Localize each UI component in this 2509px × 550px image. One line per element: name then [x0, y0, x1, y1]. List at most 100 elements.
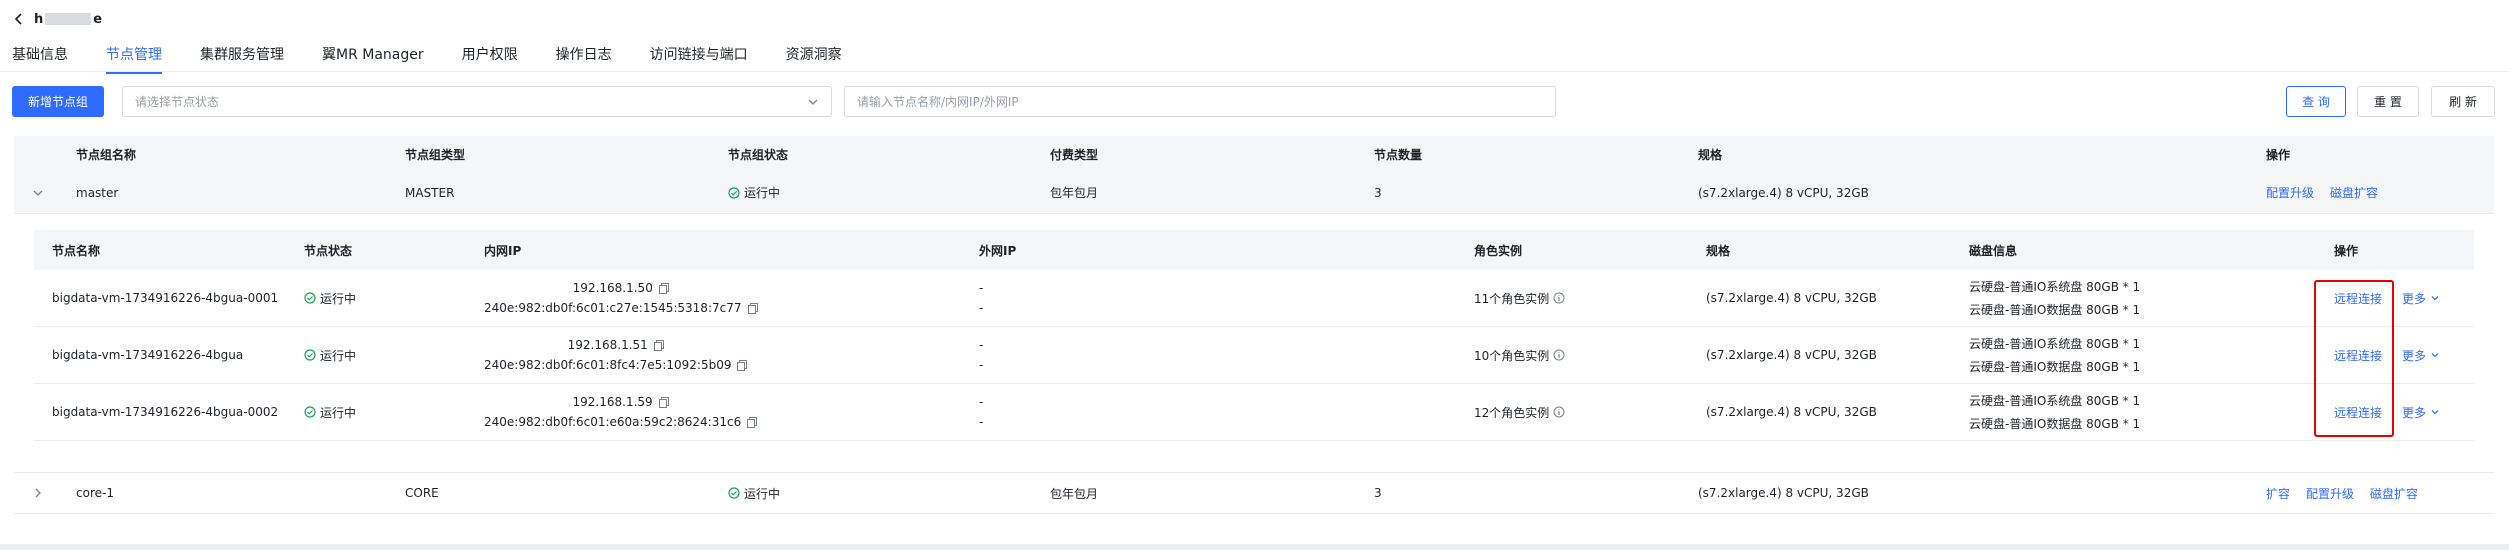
remote-connect-link[interactable]: 远程连接 [2334, 404, 2382, 421]
check-circle-icon [304, 292, 316, 304]
node-status-placeholder: 请选择节点状态 [135, 95, 220, 109]
header-node-spec: 规格 [1706, 243, 1731, 258]
add-node-group-button[interactable]: 新增节点组 [12, 86, 104, 117]
status-badge: 运行中 [304, 327, 356, 383]
check-circle-icon [304, 349, 316, 361]
more-label: 更多 [2402, 291, 2427, 306]
check-circle-icon [304, 406, 316, 418]
tab-operation-log[interactable]: 操作日志 [556, 44, 612, 72]
tab-bar: 基础信息 节点管理 集群服务管理 翼MR Manager 用户权限 操作日志 访… [12, 44, 842, 74]
remote-connect-link[interactable]: 远程连接 [2334, 347, 2382, 364]
public-ipv6: - [979, 415, 984, 429]
table-row: bigdata-vm-1734916226-4bgua-0001 运行中 192… [34, 270, 2474, 327]
table-row: bigdata-vm-1734916226-4bgua 运行中 192.168.… [34, 327, 2474, 384]
copy-icon[interactable] [747, 416, 758, 428]
public-ipv6: - [979, 301, 984, 315]
disk-expand-link[interactable]: 磁盘扩容 [2370, 485, 2418, 502]
disk-expand-link[interactable]: 磁盘扩容 [2330, 184, 2378, 201]
more-dropdown[interactable]: 更多 [2402, 290, 2440, 307]
chevron-down-icon [2431, 410, 2439, 415]
public-ip: - - [979, 327, 983, 383]
copy-icon[interactable] [737, 359, 748, 371]
node-actions: 远程连接 更多 [2334, 384, 2440, 440]
more-dropdown[interactable]: 更多 [2402, 347, 2440, 364]
expand-button[interactable] [32, 473, 44, 513]
tab-divider [0, 71, 2509, 72]
tab-access-links[interactable]: 访问链接与端口 [650, 44, 748, 72]
tab-cluster-services[interactable]: 集群服务管理 [200, 44, 284, 72]
disk-info: 云硬盘-普通IO系统盘 80GB * 1 云硬盘-普通IO数据盘 80GB * … [1969, 270, 2140, 326]
ipv6-text: 240e:982:db0f:6c01:e60a:59c2:8624:31c6 [484, 415, 742, 429]
tab-node-management[interactable]: 节点管理 [106, 44, 162, 74]
redacted-title [45, 13, 92, 25]
header-disk-info: 磁盘信息 [1969, 243, 2018, 258]
group-table-header: 节点组名称 节点组类型 节点组状态 付费类型 节点数量 规格 操作 [14, 136, 2494, 172]
tab-mr-manager[interactable]: 翼MR Manager [322, 44, 424, 72]
node-status-select[interactable]: 请选择节点状态 [122, 86, 832, 117]
info-icon[interactable] [1553, 406, 1565, 418]
more-dropdown[interactable]: 更多 [2402, 404, 2440, 421]
node-spec: (s7.2xlarge.4) 8 vCPU, 32GB [1706, 405, 1877, 419]
config-upgrade-link[interactable]: 配置升级 [2306, 485, 2354, 502]
public-ipv6: - [979, 358, 984, 372]
chevron-right-icon [35, 488, 41, 498]
back-button[interactable] [12, 12, 26, 26]
header-public-ip: 外网IP [979, 243, 1017, 258]
chevron-down-icon [2431, 296, 2439, 301]
collapse-button[interactable] [32, 172, 44, 213]
status-badge: 运行中 [728, 473, 780, 513]
refresh-button[interactable]: 刷 新 [2431, 86, 2495, 117]
more-label: 更多 [2402, 405, 2427, 420]
remote-connect-link[interactable]: 远程连接 [2334, 290, 2382, 307]
copy-icon[interactable] [653, 339, 664, 351]
status-text: 运行中 [320, 405, 357, 420]
data-disk: 云硬盘-普通IO数据盘 80GB * 1 [1969, 303, 2141, 317]
info-icon[interactable] [1553, 292, 1565, 304]
header-group-type: 节点组类型 [405, 147, 466, 162]
header-node-count: 节点数量 [1374, 147, 1423, 162]
node-name: bigdata-vm-1734916226-4bgua-0002 [52, 405, 279, 419]
reset-button[interactable]: 重 置 [2357, 86, 2419, 117]
node-actions: 远程连接 更多 [2334, 270, 2440, 326]
group-name: core-1 [76, 486, 114, 500]
status-badge: 运行中 [728, 172, 780, 213]
node-search-input[interactable] [844, 86, 1556, 117]
page-title: he [34, 11, 103, 27]
toolbar: 新增节点组 请选择节点状态 查 询 重 置 刷 新 [12, 86, 2495, 118]
public-ipv4: - [979, 338, 984, 352]
info-icon[interactable] [1553, 349, 1565, 361]
tab-user-permissions[interactable]: 用户权限 [462, 44, 518, 72]
public-ipv4: - [979, 395, 984, 409]
data-disk: 云硬盘-普通IO数据盘 80GB * 1 [1969, 417, 2141, 431]
chevron-down-icon [2431, 353, 2439, 358]
group-row-core-1: core-1 CORE 运行中 包年包月 3 (s7.2xlarge.4) 8 … [14, 472, 2494, 514]
copy-icon[interactable] [658, 396, 669, 408]
tab-basic-info[interactable]: 基础信息 [12, 44, 68, 72]
data-disk: 云硬盘-普通IO数据盘 80GB * 1 [1969, 360, 2141, 374]
public-ipv4: - [979, 281, 984, 295]
pay-type: 包年包月 [1050, 486, 1099, 501]
disk-info: 云硬盘-普通IO系统盘 80GB * 1 云硬盘-普通IO数据盘 80GB * … [1969, 327, 2140, 383]
copy-icon[interactable] [747, 302, 758, 314]
header-role-instances: 角色实例 [1474, 243, 1523, 258]
header-actions: 操作 [2266, 147, 2291, 162]
ipv6-text: 240e:982:db0f:6c01:c27e:1545:5318:7c77 [484, 301, 742, 315]
role-count: 11个角色实例 [1474, 291, 1550, 306]
group-actions: 扩容 配置升级 磁盘扩容 [2266, 473, 2418, 513]
copy-icon[interactable] [658, 282, 669, 294]
public-ip: - - [979, 270, 983, 326]
node-table-header: 节点名称 节点状态 内网IP 外网IP 角色实例 规格 磁盘信息 操作 [34, 230, 2474, 270]
node-count: 3 [1374, 486, 1382, 500]
private-ip: 192.168.1.59 240e:982:db0f:6c01:e60a:59c… [484, 384, 758, 440]
ipv4-text: 192.168.1.59 [572, 395, 653, 409]
node-spec: (s7.2xlarge.4) 8 vCPU, 32GB [1706, 291, 1877, 305]
chevron-down-icon [33, 190, 43, 196]
role-count: 10个角色实例 [1474, 348, 1550, 363]
chevron-left-icon [14, 13, 22, 25]
system-disk: 云硬盘-普通IO系统盘 80GB * 1 [1969, 280, 2141, 294]
tab-resource-insight[interactable]: 资源洞察 [786, 44, 842, 72]
config-upgrade-link[interactable]: 配置升级 [2266, 184, 2314, 201]
header-spec: 规格 [1698, 147, 1723, 162]
scale-out-link[interactable]: 扩容 [2266, 485, 2290, 502]
query-button[interactable]: 查 询 [2286, 86, 2346, 117]
